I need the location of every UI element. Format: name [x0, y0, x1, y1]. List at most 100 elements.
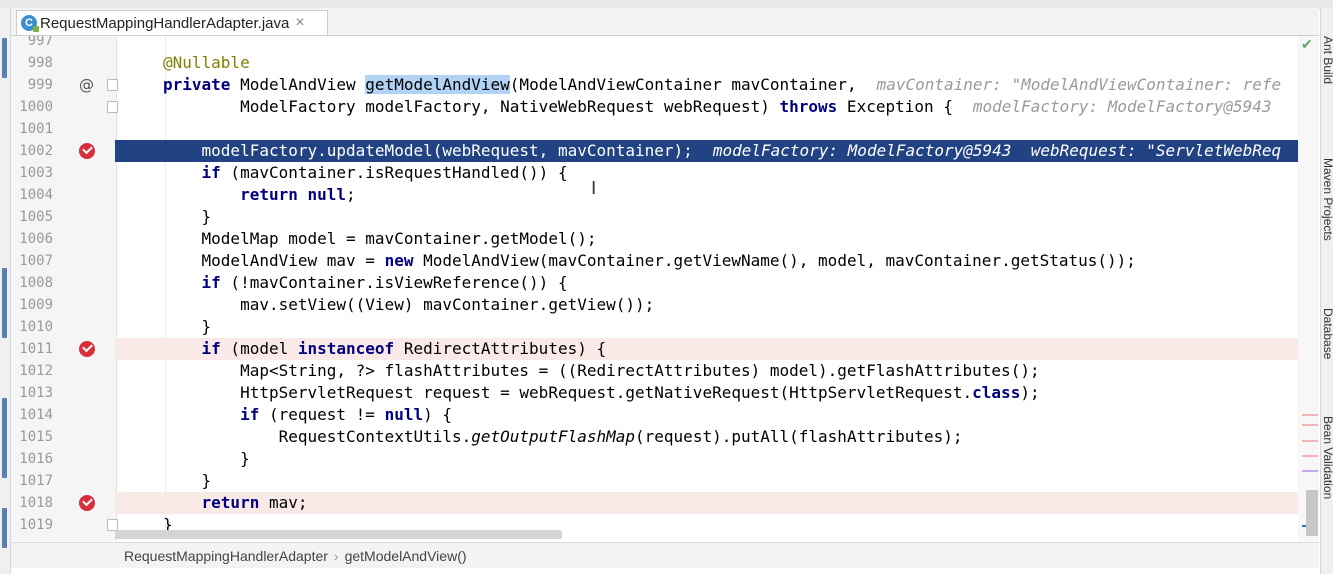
code-area[interactable]: @Nullable: [115, 52, 1319, 74]
ant-build-tool[interactable]: Ant Build: [1321, 36, 1333, 84]
code-text[interactable]: return mav;: [163, 492, 308, 514]
line-number[interactable]: 1002: [11, 140, 53, 162]
code-area[interactable]: }: [115, 206, 1319, 228]
code-area[interactable]: ModelAndView mav = new ModelAndView(mavC…: [115, 250, 1319, 272]
line-number[interactable]: 1017: [11, 470, 53, 492]
code-text[interactable]: ModelFactory modelFactory, NativeWebRequ…: [163, 96, 1271, 118]
close-icon[interactable]: ×: [295, 14, 304, 32]
line-number[interactable]: 1001: [11, 118, 53, 140]
database-tool[interactable]: Database: [1321, 308, 1333, 359]
line-number[interactable]: 1010: [11, 316, 53, 338]
breakpoint-icon[interactable]: [79, 143, 95, 159]
code-text[interactable]: RequestContextUtils.getOutputFlashMap(re…: [163, 426, 963, 448]
line-number[interactable]: 999: [11, 74, 53, 96]
line-number[interactable]: 1005: [11, 206, 53, 228]
code-area[interactable]: [115, 118, 1319, 140]
line-number[interactable]: 997: [11, 36, 53, 52]
breakpoint-marker[interactable]: [1302, 440, 1318, 442]
code-line[interactable]: 1010 }: [11, 316, 1319, 338]
code-area[interactable]: ModelFactory modelFactory, NativeWebRequ…: [115, 96, 1319, 118]
code-line[interactable]: 1002 modelFactory.updateModel(webRequest…: [11, 140, 1319, 162]
code-line[interactable]: 997: [11, 36, 1319, 52]
code-area[interactable]: mav.setView((View) mavContainer.getView(…: [115, 294, 1319, 316]
code-area[interactable]: [115, 36, 1319, 52]
line-number[interactable]: 1018: [11, 492, 53, 514]
breadcrumb-class[interactable]: RequestMappingHandlerAdapter: [124, 548, 328, 564]
line-number[interactable]: 1012: [11, 360, 53, 382]
code-area[interactable]: if (!mavContainer.isViewReference()) {: [115, 272, 1319, 294]
breakpoint-marker[interactable]: [1302, 424, 1318, 426]
breakpoint-marker[interactable]: [1302, 414, 1318, 416]
code-text[interactable]: @Nullable: [163, 52, 250, 74]
line-number[interactable]: 1011: [11, 338, 53, 360]
tool-window-marker[interactable]: [2, 38, 7, 78]
line-number[interactable]: 1003: [11, 162, 53, 184]
code-area[interactable]: ModelMap model = mavContainer.getModel()…: [115, 228, 1319, 250]
code-area[interactable]: HttpServletRequest request = webRequest.…: [115, 382, 1319, 404]
code-area[interactable]: if (mavContainer.isRequestHandled()) {: [115, 162, 1319, 184]
code-text[interactable]: }: [163, 316, 212, 338]
code-line[interactable]: 1017 }: [11, 470, 1319, 492]
code-line[interactable]: 1013 HttpServletRequest request = webReq…: [11, 382, 1319, 404]
code-text[interactable]: private ModelAndView getModelAndView(Mod…: [163, 74, 1281, 96]
code-text[interactable]: }: [163, 470, 212, 492]
code-line[interactable]: 1016 }: [11, 448, 1319, 470]
horizontal-scrollbar-thumb[interactable]: [115, 530, 562, 539]
error-stripe[interactable]: [1298, 36, 1319, 541]
code-area[interactable]: }: [115, 316, 1319, 338]
code-area[interactable]: }: [115, 448, 1319, 470]
code-text[interactable]: }: [163, 206, 212, 228]
breakpoint-icon[interactable]: [79, 495, 95, 511]
code-text[interactable]: if (model instanceof RedirectAttributes)…: [163, 338, 607, 360]
code-line[interactable]: 1011 if (model instanceof RedirectAttrib…: [11, 338, 1319, 360]
code-line[interactable]: 999 @ private ModelAndView getModelAndView…: [11, 74, 1319, 96]
code-line[interactable]: 1018 return mav;: [11, 492, 1319, 514]
code-area[interactable]: private ModelAndView getModelAndView(Mod…: [115, 74, 1319, 96]
line-number[interactable]: 998: [11, 52, 53, 74]
code-area[interactable]: }: [115, 470, 1319, 492]
usage-marker[interactable]: [1302, 470, 1318, 472]
inspection-ok-icon[interactable]: ✔: [1301, 36, 1313, 53]
code-area[interactable]: return null;: [115, 184, 1319, 206]
bean-validation-tool[interactable]: Bean Validation: [1321, 416, 1333, 499]
code-text[interactable]: ModelMap model = mavContainer.getModel()…: [163, 228, 597, 250]
override-icon[interactable]: @: [79, 77, 95, 93]
line-number[interactable]: 1015: [11, 426, 53, 448]
line-number[interactable]: 1009: [11, 294, 53, 316]
line-number[interactable]: 1019: [11, 514, 53, 536]
code-editor[interactable]: I 997 998 @Nullable 999 @ private ModelAndVie…: [11, 36, 1319, 541]
code-line[interactable]: 1009 mav.setView((View) mavContainer.get…: [11, 294, 1319, 316]
code-text[interactable]: if (!mavContainer.isViewReference()) {: [163, 272, 568, 294]
tool-window-marker[interactable]: [2, 398, 7, 478]
code-area[interactable]: if (request != null) {: [115, 404, 1319, 426]
code-line[interactable]: 1004 return null;: [11, 184, 1319, 206]
code-area[interactable]: RequestContextUtils.getOutputFlashMap(re…: [115, 426, 1319, 448]
breadcrumb-method[interactable]: getModelAndView(): [345, 548, 467, 564]
code-line[interactable]: 1001: [11, 118, 1319, 140]
line-number[interactable]: 1007: [11, 250, 53, 272]
code-area[interactable]: return mav;: [115, 492, 1319, 514]
code-line[interactable]: 1008 if (!mavContainer.isViewReference()…: [11, 272, 1319, 294]
line-number[interactable]: 1014: [11, 404, 53, 426]
code-line[interactable]: 1015 RequestContextUtils.getOutputFlashM…: [11, 426, 1319, 448]
code-area[interactable]: if (model instanceof RedirectAttributes)…: [115, 338, 1319, 360]
code-line[interactable]: 1014 if (request != null) {: [11, 404, 1319, 426]
code-text[interactable]: ModelAndView mav = new ModelAndView(mavC…: [163, 250, 1136, 272]
code-text[interactable]: modelFactory.updateModel(webRequest, mav…: [163, 140, 1282, 162]
line-number[interactable]: 1000: [11, 96, 53, 118]
breakpoint-marker[interactable]: [1302, 455, 1318, 457]
code-line[interactable]: 1003 if (mavContainer.isRequestHandled()…: [11, 162, 1319, 184]
code-text[interactable]: HttpServletRequest request = webRequest.…: [163, 382, 1040, 404]
code-area[interactable]: modelFactory.updateModel(webRequest, mav…: [115, 140, 1319, 162]
line-number[interactable]: 1016: [11, 448, 53, 470]
breakpoint-icon[interactable]: [79, 341, 95, 357]
code-line[interactable]: 1005 }: [11, 206, 1319, 228]
tool-window-marker[interactable]: [2, 268, 7, 338]
editor-tab[interactable]: C RequestMappingHandlerAdapter.java ×: [16, 10, 328, 35]
line-number[interactable]: 1004: [11, 184, 53, 206]
code-line[interactable]: 1012 Map<String, ?> flashAttributes = ((…: [11, 360, 1319, 382]
code-line[interactable]: 1006 ModelMap model = mavContainer.getMo…: [11, 228, 1319, 250]
code-text[interactable]: return null;: [163, 184, 356, 206]
code-text[interactable]: mav.setView((View) mavContainer.getView(…: [163, 294, 654, 316]
line-number[interactable]: 1013: [11, 382, 53, 404]
